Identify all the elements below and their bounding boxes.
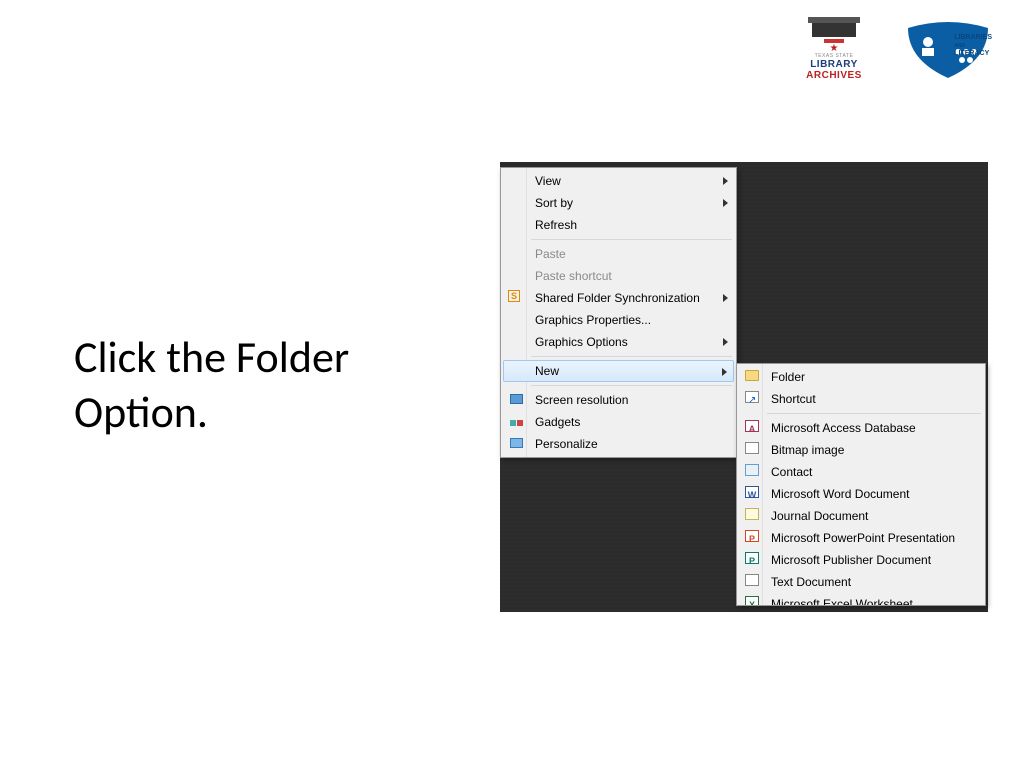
menu-item-refresh[interactable]: Refresh — [503, 214, 734, 236]
menu-item-label: Text Document — [771, 575, 851, 589]
excel-icon: X — [744, 596, 760, 606]
submenu-item-journal[interactable]: Journal Document — [739, 505, 983, 527]
menu-item-paste: Paste — [503, 243, 734, 265]
libraries-literacy-logo: LIBRARIES AND LITERACY — [900, 22, 996, 82]
menu-item-gadgets[interactable]: Gadgets — [503, 411, 734, 433]
powerpoint-icon: P — [744, 530, 760, 546]
sync-icon: S — [508, 290, 520, 302]
menu-item-label: Graphics Options — [535, 335, 628, 349]
text-icon — [744, 574, 760, 590]
desktop-screenshot: View Sort by Refresh Paste Paste shortcu… — [500, 162, 988, 612]
menu-item-graphics-options[interactable]: Graphics Options — [503, 331, 734, 353]
menu-item-sort-by[interactable]: Sort by — [503, 192, 734, 214]
menu-item-label: Journal Document — [771, 509, 868, 523]
logo2-line2: AND — [954, 43, 965, 49]
menu-item-label: Microsoft Access Database — [771, 421, 916, 435]
menu-separator — [531, 356, 732, 357]
submenu-item-excel[interactable]: X Microsoft Excel Worksheet — [739, 593, 983, 606]
instruction-text: Click the Folder Option. — [74, 330, 474, 440]
submenu-item-access[interactable]: A Microsoft Access Database — [739, 417, 983, 439]
menu-item-paste-shortcut: Paste shortcut — [503, 265, 734, 287]
submenu-item-word[interactable]: W Microsoft Word Document — [739, 483, 983, 505]
menu-item-label: Contact — [771, 465, 812, 479]
menu-separator — [767, 413, 981, 414]
contact-icon — [744, 464, 760, 480]
personalize-icon — [508, 436, 524, 452]
submenu-item-powerpoint[interactable]: P Microsoft PowerPoint Presentation — [739, 527, 983, 549]
menu-item-label: View — [535, 174, 561, 188]
header-logos: ★ TEXAS STATE LIBRARY ARCHIVES LIBRARIES… — [794, 22, 996, 82]
menu-item-new[interactable]: New — [503, 360, 734, 382]
menu-item-personalize[interactable]: Personalize — [503, 433, 734, 455]
menu-item-label: Screen resolution — [535, 393, 628, 407]
menu-item-label: Microsoft Publisher Document — [771, 553, 931, 567]
monitor-icon — [508, 392, 524, 408]
menu-item-label: Personalize — [535, 437, 598, 451]
folder-icon — [744, 369, 760, 385]
word-icon: W — [744, 486, 760, 502]
menu-item-label: Gadgets — [535, 415, 580, 429]
shortcut-icon: ↗ — [744, 391, 760, 407]
access-icon: A — [744, 420, 760, 436]
menu-item-label: Sort by — [535, 196, 573, 210]
menu-item-label: New — [535, 364, 559, 378]
menu-item-label: Bitmap image — [771, 443, 844, 457]
menu-item-view[interactable]: View — [503, 170, 734, 192]
texas-library-archives-logo: ★ TEXAS STATE LIBRARY ARCHIVES — [794, 23, 874, 81]
submenu-new: Folder ↗ Shortcut A Microsoft Access Dat… — [736, 363, 986, 606]
menu-item-label: Shared Folder Synchronization — [535, 291, 700, 305]
logo2-line3: LITERACY — [954, 50, 989, 57]
journal-icon — [744, 508, 760, 524]
submenu-item-bitmap[interactable]: Bitmap image — [739, 439, 983, 461]
context-menu: View Sort by Refresh Paste Paste shortcu… — [500, 167, 737, 458]
submenu-item-shortcut[interactable]: ↗ Shortcut — [739, 388, 983, 410]
menu-separator — [531, 239, 732, 240]
menu-item-label: Paste — [535, 247, 566, 261]
submenu-item-folder[interactable]: Folder — [739, 366, 983, 388]
menu-separator — [531, 385, 732, 386]
menu-item-label: Paste shortcut — [535, 269, 612, 283]
submenu-arrow-icon — [723, 294, 728, 302]
logo1-line3: ARCHIVES — [794, 70, 874, 81]
submenu-arrow-icon — [723, 338, 728, 346]
menu-item-graphics-properties[interactable]: Graphics Properties... — [503, 309, 734, 331]
menu-item-label: Graphics Properties... — [535, 313, 651, 327]
submenu-arrow-icon — [723, 177, 728, 185]
menu-item-label: Microsoft Word Document — [771, 487, 910, 501]
submenu-item-text[interactable]: Text Document — [739, 571, 983, 593]
publisher-icon: P — [744, 552, 760, 568]
menu-item-label: Shortcut — [771, 392, 816, 406]
bitmap-icon — [744, 442, 760, 458]
gadgets-icon — [508, 414, 524, 430]
menu-item-label: Refresh — [535, 218, 577, 232]
submenu-arrow-icon — [723, 199, 728, 207]
logo2-line1: LIBRARIES — [954, 34, 992, 41]
submenu-arrow-icon — [722, 368, 727, 376]
logo1-line2: LIBRARY — [794, 59, 874, 70]
submenu-item-publisher[interactable]: P Microsoft Publisher Document — [739, 549, 983, 571]
menu-item-shared-folder-sync[interactable]: S Shared Folder Synchronization — [503, 287, 734, 309]
menu-item-label: Folder — [771, 370, 805, 384]
menu-item-screen-resolution[interactable]: Screen resolution — [503, 389, 734, 411]
menu-item-label: Microsoft Excel Worksheet — [771, 597, 913, 606]
submenu-item-contact[interactable]: Contact — [739, 461, 983, 483]
menu-item-label: Microsoft PowerPoint Presentation — [771, 531, 955, 545]
